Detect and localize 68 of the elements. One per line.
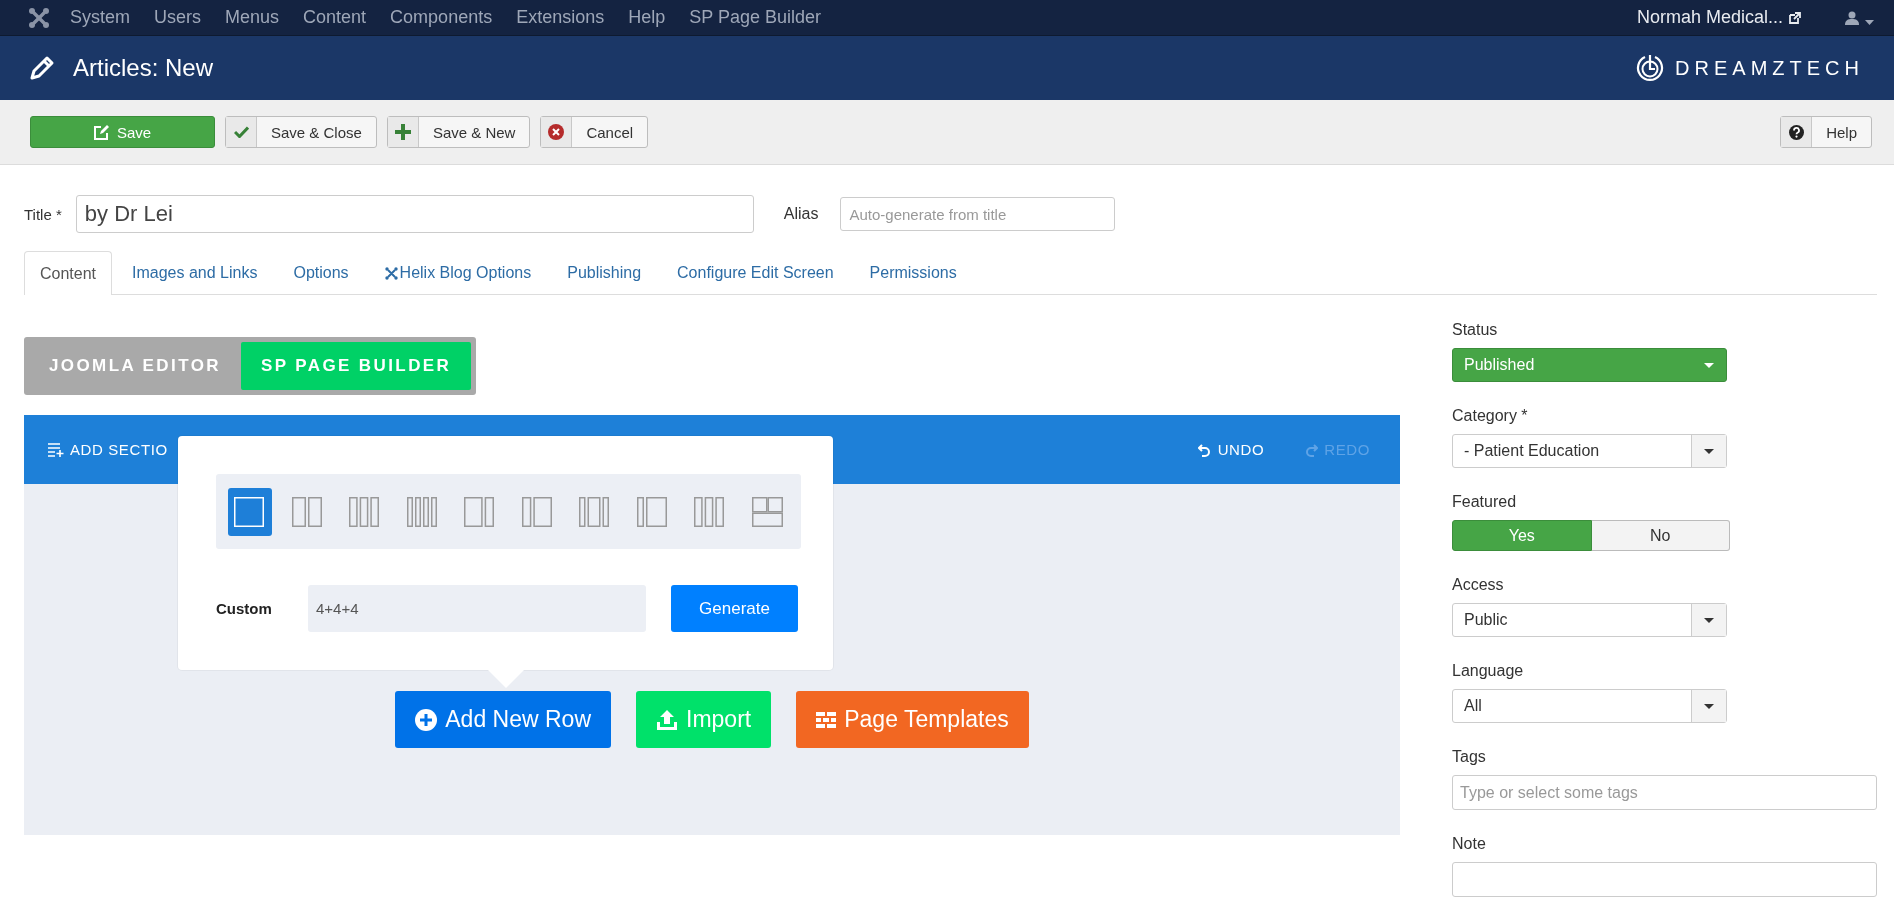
custom-label: Custom (216, 600, 273, 617)
site-link[interactable]: Normah Medical... (1636, 7, 1783, 28)
custom-layout-field[interactable]: 4+4+4 (308, 585, 646, 632)
menu-item[interactable]: System (70, 7, 130, 28)
caret-icon (1704, 617, 1714, 623)
menu-item[interactable]: Menus (225, 7, 280, 28)
brand-logo-icon (1635, 53, 1666, 83)
upload-icon (656, 708, 678, 731)
undo-icon (1197, 442, 1212, 457)
field-label: Category * (1452, 407, 1529, 425)
toggle-option[interactable]: No (1591, 520, 1730, 551)
field-label: Tags (1452, 748, 1487, 766)
column-layout-option[interactable] (228, 487, 272, 536)
select-field[interactable]: All (1452, 689, 1727, 723)
title-field[interactable]: by Dr Lei (75, 195, 754, 233)
menu-item[interactable]: Content (303, 7, 367, 28)
field-label: Status (1452, 321, 1499, 339)
tab[interactable]: Publishing (551, 251, 658, 294)
grid-icon (816, 711, 837, 728)
user-icon[interactable] (1845, 10, 1859, 25)
external-link-icon (1789, 11, 1801, 24)
cancel-icon (548, 124, 565, 140)
caret-icon[interactable] (1865, 20, 1874, 25)
tab[interactable]: Images and Links (116, 251, 274, 294)
menu-item[interactable]: SP Page Builder (689, 7, 822, 28)
menu-item[interactable]: Components (390, 7, 493, 28)
caret-icon (1704, 703, 1714, 709)
menu-item[interactable]: Users (154, 7, 202, 28)
alias-label: Alias (783, 205, 819, 223)
select-field[interactable]: - Patient Education (1452, 434, 1727, 468)
page-title: Articles: New (73, 54, 214, 82)
text-field[interactable]: Type or select some tags (1452, 775, 1877, 810)
menu-item[interactable]: Help (628, 7, 666, 28)
field-label: Featured (1452, 493, 1518, 511)
add-section-button[interactable]: ADD SECTIO (48, 441, 168, 458)
alias-field[interactable]: Auto-generate from title (840, 197, 1116, 231)
caret-icon (1704, 448, 1714, 454)
edit-icon (93, 124, 109, 140)
add-list-icon (48, 442, 64, 457)
tab[interactable]: Options (277, 251, 365, 294)
title-label: Title * (24, 205, 62, 223)
tab[interactable]: Permissions (853, 251, 973, 294)
text-field[interactable] (1452, 862, 1877, 897)
tab[interactable]: Configure Edit Screen (661, 251, 850, 294)
check-icon (233, 126, 249, 138)
tab[interactable]: Content (24, 251, 113, 295)
menu-item[interactable]: Extensions (516, 7, 605, 28)
joomla-icon (384, 266, 398, 280)
action-button[interactable]: Add New Row (395, 691, 611, 748)
tab[interactable]: Helix Blog Options (368, 251, 548, 294)
field-label: Access (1452, 576, 1505, 594)
question-icon (1788, 124, 1804, 140)
field-label: Note (1452, 835, 1487, 853)
generate-button[interactable]: Generate (671, 585, 798, 632)
plus-icon (394, 124, 411, 140)
undo-button[interactable]: UNDO (1197, 441, 1265, 458)
toolbar-button[interactable]: Save & Close (225, 116, 377, 148)
plus-circle-icon (415, 708, 438, 731)
toolbar-button[interactable]: Save & New (386, 116, 531, 148)
caret-icon (1704, 362, 1714, 368)
help-button[interactable]: Help (1780, 116, 1872, 148)
pencil-icon (29, 55, 55, 81)
joomla-logo-icon[interactable] (28, 6, 50, 29)
select-field[interactable]: Public (1452, 603, 1727, 637)
brand-name: DREAMZTECH (1675, 56, 1864, 80)
toolbar-button[interactable]: Cancel (540, 116, 649, 148)
field-label: Language (1452, 662, 1525, 680)
redo-icon (1304, 442, 1319, 457)
